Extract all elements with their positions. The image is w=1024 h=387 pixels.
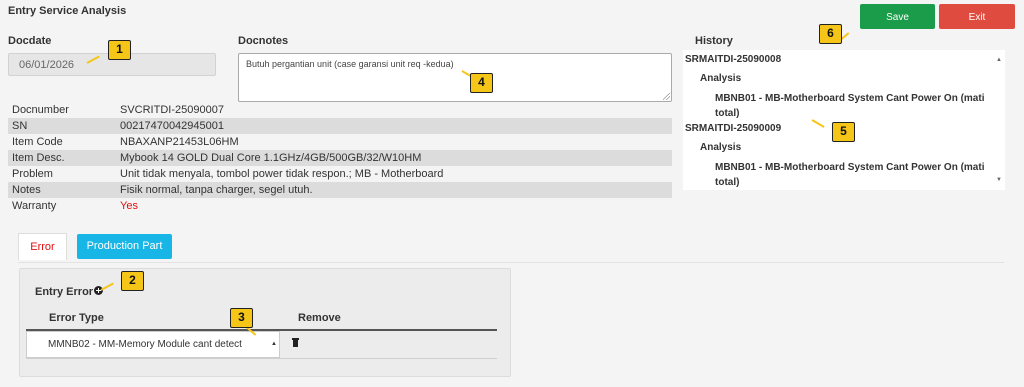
history-label: History: [695, 35, 733, 47]
history-analysis-label: Analysis: [700, 142, 742, 153]
info-value: 00217470042945001: [116, 118, 672, 134]
history-analysis-item: MBNB01 - MB-Motherboard System Cant Powe…: [715, 162, 985, 188]
table-row-divider: [26, 358, 497, 359]
callout-marker: 1: [108, 40, 131, 60]
docnotes-textarea[interactable]: Butuh pergantian unit (case garansi unit…: [238, 53, 672, 102]
callout-marker: 3: [230, 308, 253, 328]
error-type-select[interactable]: MMNB02 - MM-Memory Module cant detect ▲: [26, 331, 280, 358]
info-value: SVCRITDI-25090007: [116, 102, 672, 118]
info-row-notes: Notes Fisik normal, tanpa charger, segel …: [8, 182, 672, 198]
history-doc: SRMAITDI-25090009: [685, 123, 782, 134]
warranty-value: Yes: [116, 198, 672, 214]
info-label: Problem: [8, 166, 116, 182]
history-analysis-item: MBNB01 - MB-Motherboard System Cant Powe…: [715, 93, 985, 119]
info-row-sn: SN 00217470042945001: [8, 118, 672, 134]
info-label: Item Code: [8, 134, 116, 150]
history-panel[interactable]: SRMAITDI-25090008 Analysis MBNB01 - MB-M…: [683, 50, 1005, 190]
info-value: Mybook 14 GOLD Dual Core 1.1GHz/4GB/500G…: [116, 150, 672, 166]
history-doc: SRMAITDI-25090008: [685, 54, 782, 65]
scroll-up-icon[interactable]: ▲: [996, 57, 1002, 63]
info-row-docnumber: Docnumber SVCRITDI-25090007: [8, 102, 672, 118]
docnotes-label: Docnotes: [238, 35, 289, 47]
docnotes-text: Butuh pergantian unit (case garansi unit…: [246, 59, 454, 69]
callout-marker: 6: [819, 24, 842, 44]
info-row-warranty: Warranty Yes: [8, 198, 672, 214]
info-label: SN: [8, 118, 116, 134]
entry-error-label: Entry Error: [35, 286, 94, 298]
callout-marker: 2: [121, 271, 144, 291]
resize-grip-icon[interactable]: [663, 93, 670, 100]
tab-error[interactable]: Error: [18, 233, 67, 260]
scroll-down-icon[interactable]: ▼: [996, 177, 1002, 183]
info-label: Notes: [8, 182, 116, 198]
dropdown-arrow-icon[interactable]: ▲: [271, 341, 277, 347]
info-value: Unit tidak menyala, tombol power tidak r…: [116, 166, 672, 182]
column-header-remove: Remove: [298, 312, 341, 324]
info-label: Item Desc.: [8, 150, 116, 166]
history-analysis-label: Analysis: [700, 73, 742, 84]
document-info-table: Docnumber SVCRITDI-25090007 SN 00217470042…: [8, 102, 672, 214]
callout-marker: 5: [832, 122, 855, 142]
info-row-item-desc: Item Desc. Mybook 14 GOLD Dual Core 1.1GH…: [8, 150, 672, 166]
save-button[interactable]: Save: [860, 4, 935, 29]
info-row-item-code: Item Code NBAXANP21453L06HM: [8, 134, 672, 150]
info-row-problem: Problem Unit tidak menyala, tombol power …: [8, 166, 672, 182]
tab-divider: [18, 262, 1004, 263]
trash-icon[interactable]: [292, 338, 299, 347]
column-header-error-type: Error Type: [49, 312, 104, 324]
exit-button[interactable]: Exit: [939, 4, 1015, 29]
info-label: Docnumber: [8, 102, 116, 118]
info-label: Warranty: [8, 198, 116, 214]
callout-marker: 4: [470, 73, 493, 93]
tab-production-part[interactable]: Production Part: [77, 234, 172, 259]
page-title: Entry Service Analysis: [8, 5, 127, 17]
error-panel: Entry Error Error Type Remove MMNB02 - M…: [19, 268, 511, 377]
info-value: Fisik normal, tanpa charger, segel utuh.: [116, 182, 672, 198]
error-type-value: MMNB02 - MM-Memory Module cant detect: [48, 339, 242, 350]
docdate-label: Docdate: [8, 35, 52, 47]
info-value: NBAXANP21453L06HM: [116, 134, 672, 150]
